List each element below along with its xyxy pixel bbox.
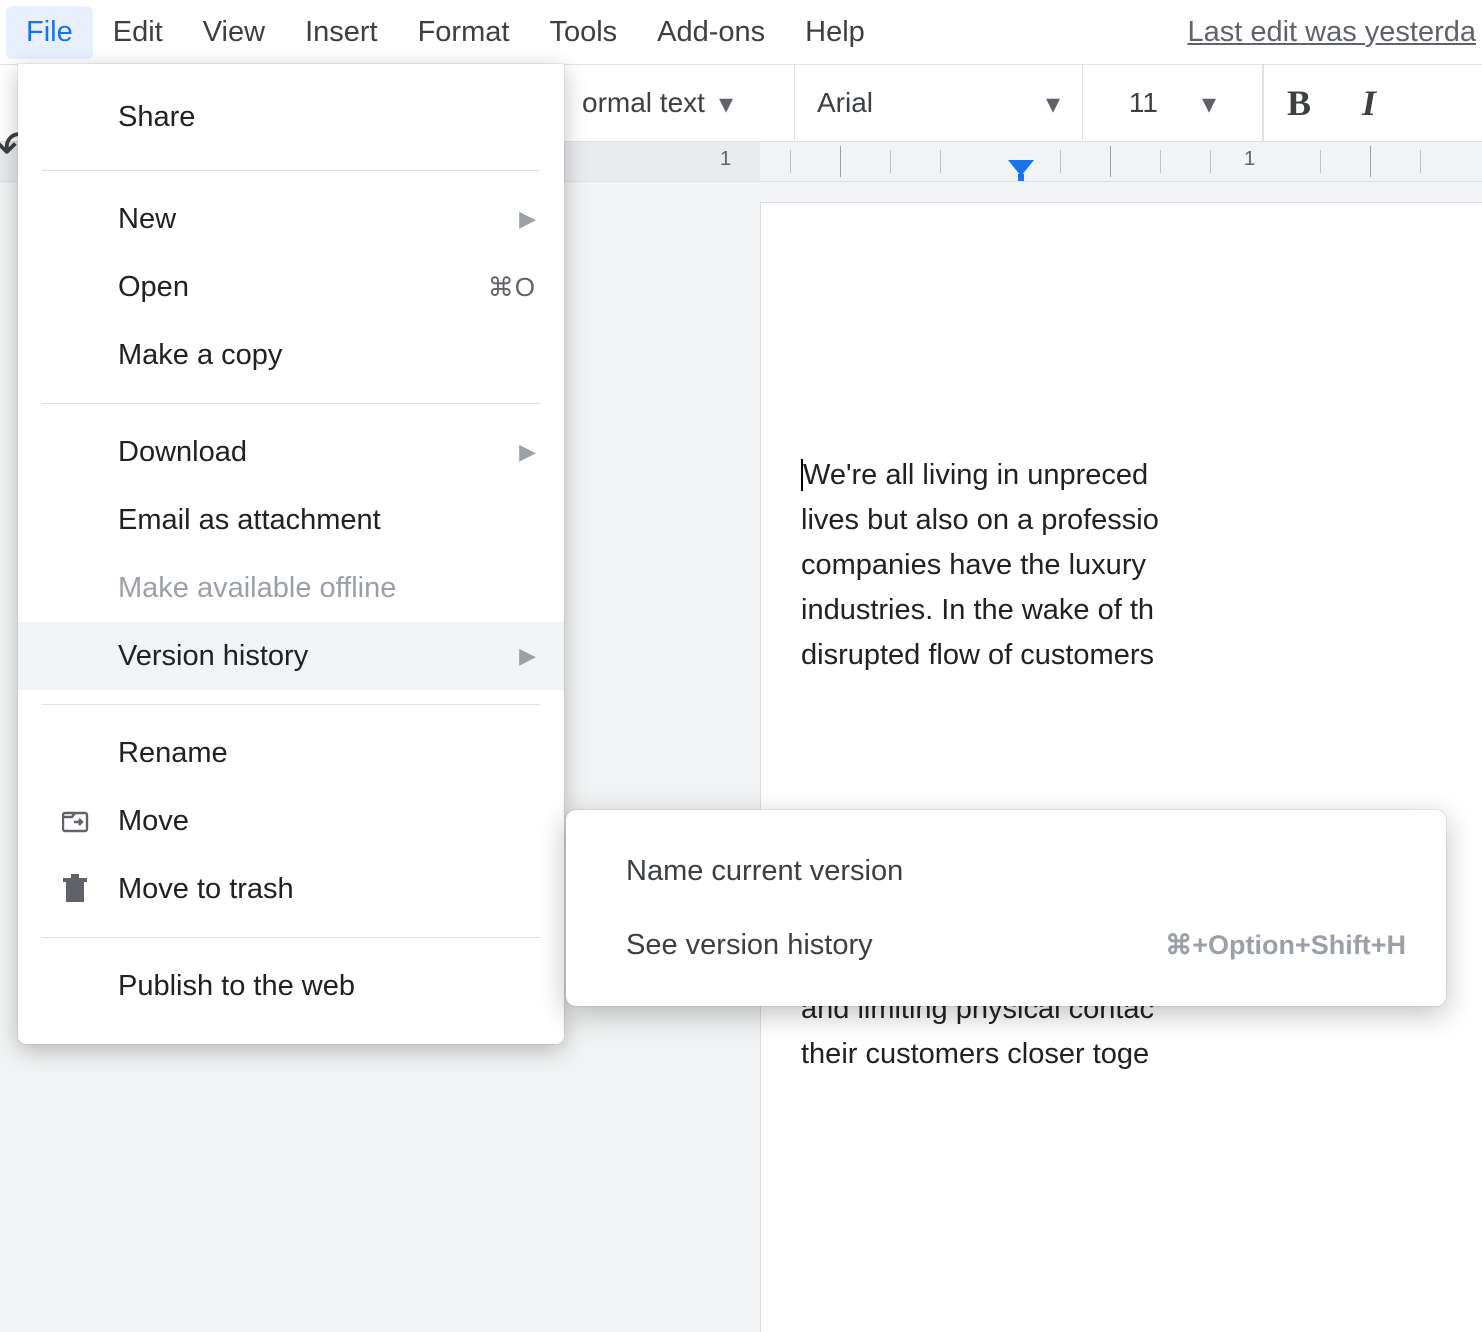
menu-edit[interactable]: Edit [93,6,183,59]
ruler-number: 1 [1244,148,1255,171]
menu-shortcut: ⌘+Option+Shift+H [1165,930,1406,961]
doc-text: ne [801,718,1482,763]
doc-text: companies have the luxury [801,549,1146,581]
doc-text: their customers closer toge [801,1038,1149,1070]
chevron-down-icon: ▾ [719,87,733,120]
menu-separator [42,170,540,171]
menu-item-label: Open [118,271,189,304]
menu-addons[interactable]: Add-ons [637,6,785,59]
menubar: File Edit View Insert Format Tools Add-o… [0,0,1482,64]
menu-item-rename[interactable]: Rename [18,719,564,787]
indent-marker[interactable] [1008,160,1034,182]
menu-file[interactable]: File [6,6,93,59]
menu-item-make-available-offline: Make available offline [18,554,564,622]
chevron-down-icon: ▾ [1046,87,1060,120]
menu-item-label: Name current version [626,855,903,888]
menu-item-label: Version history [118,640,308,673]
doc-text: the [801,763,1482,808]
version-history-submenu: Name current version See version history… [566,810,1446,1006]
menu-item-email-attachment[interactable]: Email as attachment [18,486,564,554]
menu-item-new[interactable]: New ▶ [18,185,564,253]
submenu-arrow-icon: ▶ [519,439,536,465]
menu-item-label: Publish to the web [118,970,355,1003]
last-edit-link[interactable]: Last edit was yesterda [1187,16,1476,49]
menu-item-move-to-trash[interactable]: Move to trash [18,855,564,923]
menu-item-label: Rename [118,737,228,770]
menu-item-label: New [118,203,176,236]
menu-item-move[interactable]: Move [18,787,564,855]
menu-item-make-copy[interactable]: Make a copy [18,321,564,389]
menu-item-label: Share [118,101,195,134]
font-size-label: 11 [1129,87,1158,119]
menu-separator [42,704,540,705]
doc-text: We're all living in unpreced [803,459,1148,491]
menu-help[interactable]: Help [785,6,885,59]
submenu-arrow-icon: ▶ [519,643,536,669]
font-family-select[interactable]: Arial ▾ [795,65,1083,141]
font-size-select[interactable]: 11 ▾ [1083,65,1263,141]
menu-item-label: Email as attachment [118,504,381,537]
submenu-arrow-icon: ▶ [519,206,536,232]
menu-item-download[interactable]: Download ▶ [18,418,564,486]
trash-icon [62,874,102,904]
ruler-number: 1 [720,148,731,171]
file-menu-dropdown: Share New ▶ Open ⌘O Make a copy Download… [18,64,564,1044]
italic-button[interactable]: I [1334,65,1404,141]
menu-item-version-history[interactable]: Version history ▶ [18,622,564,690]
doc-text: lives but also on a professio [801,504,1159,536]
menu-item-see-version-history[interactable]: See version history ⌘+Option+Shift+H [566,908,1446,982]
menu-insert[interactable]: Insert [285,6,398,59]
menu-item-label: Download [118,436,247,469]
bold-button[interactable]: B [1264,65,1334,141]
menu-view[interactable]: View [183,6,285,59]
paragraph-style-label: ormal text [582,87,705,119]
menu-item-publish-web[interactable]: Publish to the web [18,952,564,1020]
paragraph-style-select[interactable]: ormal text ▾ [560,65,795,141]
menu-format[interactable]: Format [398,6,530,59]
menu-separator [42,403,540,404]
menu-item-label: Make available offline [118,572,396,605]
menu-item-label: Move to trash [118,873,294,906]
menu-item-open[interactable]: Open ⌘O [18,253,564,321]
menu-item-label: Make a copy [118,339,282,372]
menu-item-label: Move [118,805,189,838]
font-family-label: Arial [817,87,873,119]
document-page[interactable]: We're all living in unpreced lives but a… [760,202,1482,1332]
menu-item-name-current-version[interactable]: Name current version [566,834,1446,908]
doc-text: industries. In the wake of th [801,594,1154,626]
menu-separator [42,937,540,938]
doc-text: disrupted flow of customers [801,639,1154,671]
move-icon [62,808,102,834]
menu-item-label: See version history [626,929,873,962]
menu-item-share[interactable]: Share [18,78,564,156]
menu-tools[interactable]: Tools [529,6,637,59]
chevron-down-icon: ▾ [1202,87,1216,120]
menu-shortcut: ⌘O [488,272,536,303]
